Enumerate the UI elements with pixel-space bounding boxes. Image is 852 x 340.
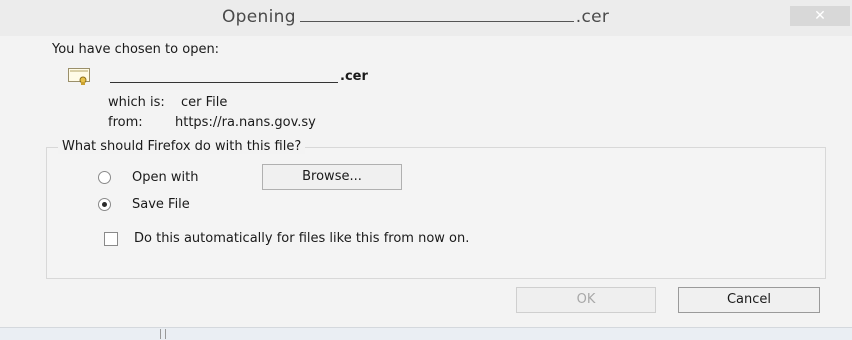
- source-url-value: https://ra.nans.gov.sy: [175, 115, 316, 130]
- title-suffix: .cer: [575, 7, 610, 27]
- title-bar: Opening .cer ✕: [0, 0, 852, 36]
- browse-button[interactable]: Browse...: [262, 164, 402, 190]
- title-filename-blank: [299, 5, 574, 22]
- radio-selected-dot: [102, 202, 107, 207]
- title-prefix: Opening: [222, 7, 296, 27]
- close-icon: ✕: [814, 8, 826, 24]
- action-group-title: What should Firefox do with this file?: [58, 139, 306, 154]
- save-file-radio[interactable]: [98, 198, 111, 211]
- ok-button[interactable]: OK: [516, 287, 656, 313]
- cancel-button[interactable]: Cancel: [678, 287, 820, 313]
- save-file-label[interactable]: Save File: [132, 197, 190, 212]
- window-title: Opening .cer: [222, 5, 609, 27]
- auto-action-checkbox[interactable]: [104, 232, 118, 246]
- which-label: which is:: [108, 95, 165, 110]
- file-icon: [68, 68, 90, 85]
- bottom-strip: [0, 327, 852, 340]
- file-extension: .cer: [340, 69, 368, 84]
- open-with-label[interactable]: Open with: [132, 170, 198, 185]
- auto-action-label[interactable]: Do this automatically for files like thi…: [134, 231, 469, 246]
- close-button[interactable]: ✕: [790, 6, 850, 26]
- file-type-value: cer File: [181, 95, 228, 110]
- chosen-label: You have chosen to open:: [52, 42, 220, 57]
- from-label: from:: [108, 115, 143, 130]
- action-group: [46, 147, 826, 279]
- open-with-radio[interactable]: [98, 171, 111, 184]
- filename-blank: [110, 82, 338, 83]
- resize-grip[interactable]: [160, 329, 166, 339]
